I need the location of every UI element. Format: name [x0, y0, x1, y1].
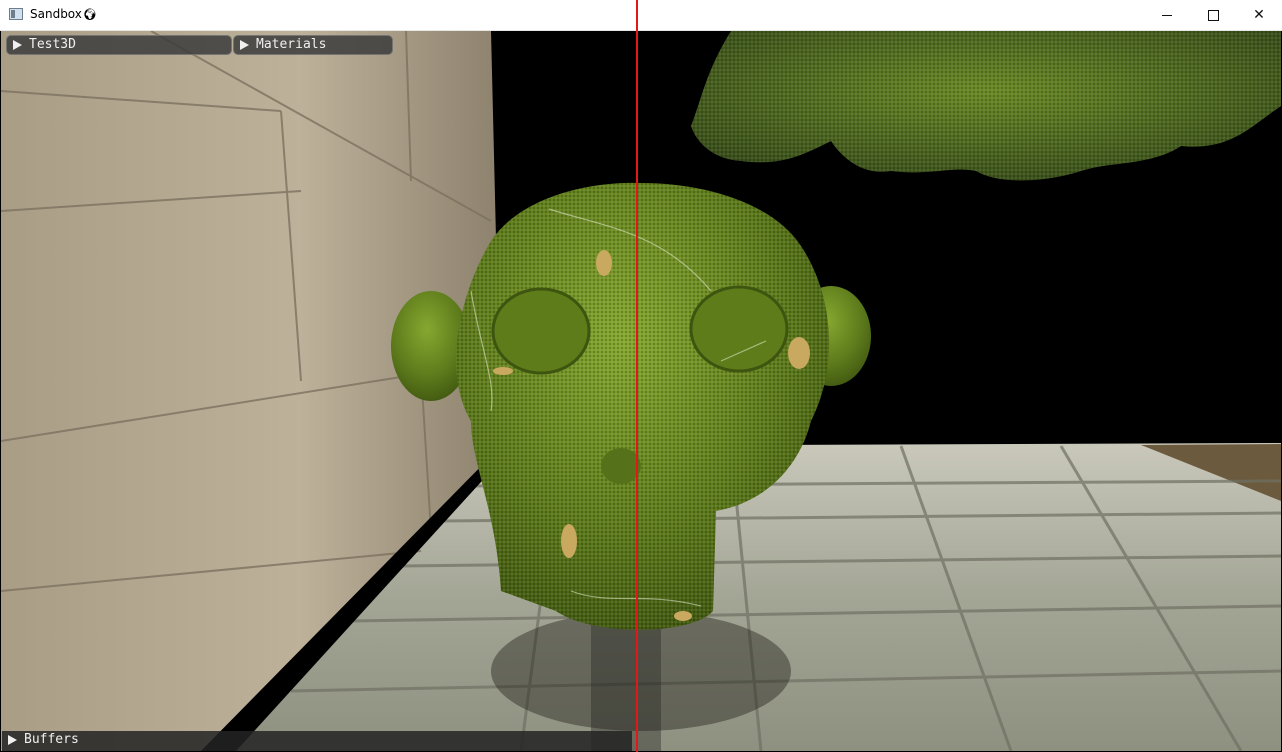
test3d-panel-header[interactable]: Test3D: [6, 35, 232, 55]
collapse-arrow-icon[interactable]: [13, 40, 22, 50]
render-viewport[interactable]: [1, 31, 1281, 751]
buffers-panel-header[interactable]: Buffers: [2, 731, 632, 751]
scene-render: [1, 31, 1281, 751]
globe-icon: 🌍︎: [82, 8, 97, 21]
collapse-arrow-icon[interactable]: [240, 40, 249, 50]
window-titlebar[interactable]: Sandbox🌍︎ ✕: [0, 0, 1282, 31]
collapse-arrow-icon[interactable]: [8, 735, 17, 745]
materials-panel-title: Materials: [256, 37, 327, 52]
leaf-canopy: [691, 31, 1281, 181]
buffers-panel-title: Buffers: [24, 732, 79, 747]
split-line: [636, 0, 638, 752]
maximize-button[interactable]: [1190, 0, 1236, 30]
maximize-icon: [1207, 9, 1219, 21]
test3d-panel-title: Test3D: [29, 37, 76, 52]
app-icon: [9, 8, 23, 20]
close-icon: ✕: [1253, 7, 1265, 23]
minimize-icon: [1162, 14, 1172, 16]
materials-panel-header[interactable]: Materials: [233, 35, 393, 55]
window-title: Sandbox🌍︎: [30, 7, 97, 21]
close-button[interactable]: ✕: [1236, 0, 1282, 30]
minimize-button[interactable]: [1144, 0, 1190, 30]
